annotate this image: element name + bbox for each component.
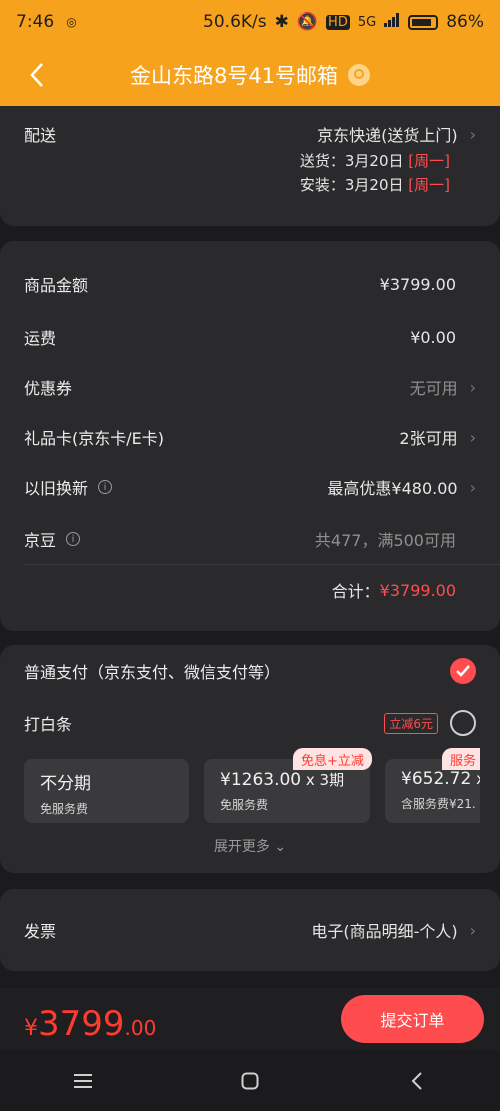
delivery-label: 配送 [24, 126, 57, 145]
check-icon [456, 665, 470, 677]
signal-label: 5G [357, 14, 377, 30]
system-nav-bar [0, 1050, 500, 1111]
install-date-line: 安装：3月20日 [周一] [299, 176, 450, 194]
info-icon[interactable]: i [66, 532, 81, 546]
giftcard-row[interactable]: 礼品卡(京东卡/E卡) 2张可用 › [24, 425, 476, 449]
installment-plan-option[interactable]: 不分期 免服务费 [24, 759, 189, 823]
delivery-row[interactable]: 配送 京东快递(送货上门) › [24, 122, 476, 146]
coupon-row[interactable]: 优惠券 无可用 › [24, 375, 476, 399]
home-button[interactable] [220, 1061, 280, 1101]
total-label: 合计： [331, 582, 380, 601]
jingdou-row: 京豆 i 共477，满500可用 [24, 527, 476, 551]
back-icon [411, 1071, 422, 1090]
goods-amount: ¥3799.00 [379, 274, 456, 294]
chevron-right-icon: › [469, 477, 476, 497]
status-bar: 7:46 ◎ 50.6K/s ✱ 🔕 HD 5G 86% [0, 0, 500, 44]
tradein-value: 最高优惠¥480.00 [327, 479, 458, 498]
total-value: ¥3799.00 [379, 580, 456, 600]
title-bar: 金山东路8号41号邮箱 [0, 52, 500, 98]
battery-percent: 86% [446, 12, 484, 32]
battery-icon [408, 14, 439, 30]
app-header: 7:46 ◎ 50.6K/s ✱ 🔕 HD 5G 86% 金山东路8号41号邮箱 [0, 0, 500, 106]
shipping-fee: ¥0.00 [410, 327, 456, 347]
submit-order-button[interactable]: 提交订单 [341, 995, 484, 1043]
chevron-right-icon: › [469, 427, 476, 447]
plan-promo-tag: 免息+立减 [293, 748, 372, 770]
menu-icon [74, 1073, 93, 1088]
bluetooth-icon: ✱ [274, 12, 289, 32]
mute-icon: 🔕 [296, 12, 319, 32]
plan-promo-tag: 服务 [442, 748, 480, 770]
chevron-right-icon: › [469, 124, 476, 144]
invoice-label: 发票 [24, 922, 57, 941]
chevron-right-icon: › [469, 377, 476, 397]
expand-more-button[interactable]: 展开更多 ⌄ [0, 836, 500, 856]
invoice-row[interactable]: 发票 电子(商品明细-个人) › [24, 918, 476, 942]
checkout-total-price: ¥ 3799 .00 [24, 1004, 157, 1044]
ship-date-line: 送货：3月20日 [周一] [299, 152, 450, 170]
giftcard-value: 2张可用 [399, 429, 458, 448]
chevron-right-icon: › [469, 920, 476, 940]
back-nav-button[interactable] [387, 1061, 447, 1101]
total-row: 合计： ¥3799.00 [24, 578, 476, 602]
page-title: 金山东路8号41号邮箱 [129, 64, 339, 88]
signal-icon [384, 12, 400, 32]
coupon-value: 无可用 [409, 379, 458, 398]
chevron-left-icon [30, 63, 43, 87]
goods-amount-row: 商品金额 ¥3799.00 [24, 274, 456, 296]
jingdou-value: 共477，满500可用 [314, 531, 456, 550]
menu-button[interactable] [53, 1061, 113, 1101]
back-button[interactable] [22, 58, 52, 92]
status-time: 7:46 [16, 12, 55, 32]
network-speed: 50.6K/s [203, 12, 267, 32]
baitiao-row[interactable]: 打白条 立减6元 [24, 710, 476, 736]
delivery-carrier: 京东快递(送货上门) [317, 126, 458, 145]
chevron-down-icon: ⌄ [274, 839, 287, 855]
home-icon [241, 1072, 259, 1089]
baitiao-promo-badge: 立减6元 [384, 712, 438, 734]
normal-payment-label: 普通支付（京东支付、微信支付等） [24, 663, 281, 682]
hd-badge: HD [326, 14, 350, 30]
baitiao-label: 打白条 [24, 715, 73, 734]
location-pin-icon[interactable] [348, 64, 371, 86]
shipping-row: 运费 ¥0.00 [24, 327, 456, 349]
payment-selected-checkbox[interactable] [450, 658, 476, 684]
normal-payment-row[interactable]: 普通支付（京东支付、微信支付等） [24, 658, 476, 684]
tradein-row[interactable]: 以旧换新 i 最高优惠¥480.00 › [24, 475, 476, 499]
notification-icon: ◎ [66, 15, 77, 29]
info-icon[interactable]: i [98, 480, 113, 494]
baitiao-radio[interactable] [450, 710, 476, 736]
divider [24, 564, 500, 565]
invoice-value: 电子(商品明细-个人) [311, 922, 458, 941]
